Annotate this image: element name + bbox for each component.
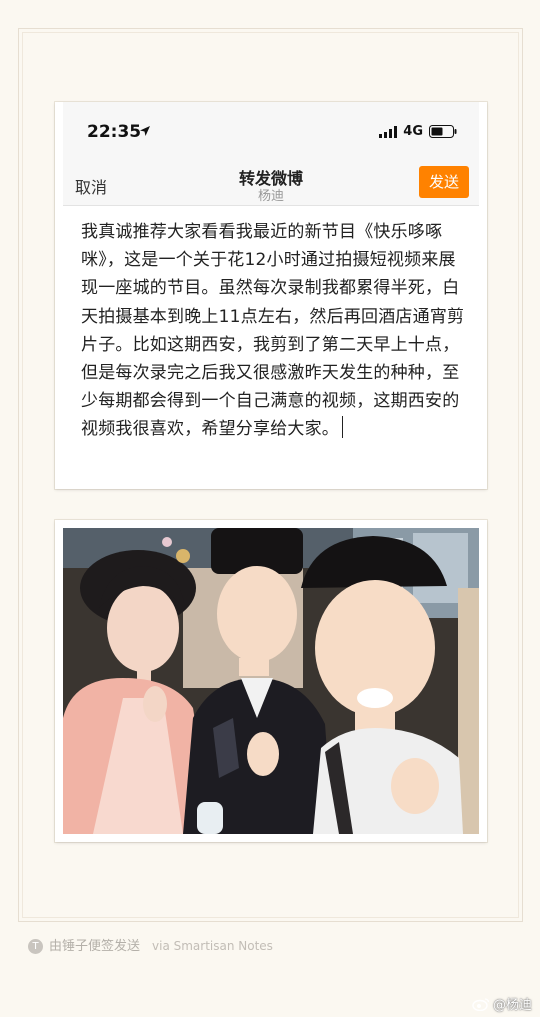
location-arrow-icon — [140, 126, 150, 136]
nav-bar: 取消 转发微博 杨迪 发送 — [63, 157, 479, 206]
battery-icon — [429, 125, 457, 138]
footer-via: via Smartisan Notes — [152, 939, 273, 953]
weibo-watermark: @杨迪 — [472, 994, 532, 1013]
status-bar: 22:35 4G — [63, 102, 479, 157]
footer-text: 由锤子便签发送 — [49, 939, 141, 954]
watermark-handle: @杨迪 — [492, 998, 532, 1013]
note-footer: T 由锤子便签发送 via Smartisan Notes — [28, 935, 273, 954]
send-button[interactable]: 发送 — [419, 166, 469, 198]
weibo-logo-icon — [472, 998, 490, 1011]
smartisan-t-icon: T — [28, 939, 43, 954]
group-selfie-photo[interactable] — [63, 528, 479, 834]
photo-card — [55, 520, 487, 842]
repost-screenshot-card: 22:35 4G 取消 转发微博 杨迪 发送 我真诚推荐大家看看我最近的新节目《… — [55, 102, 487, 489]
network-type: 4G — [403, 124, 423, 139]
signal-icon — [379, 126, 397, 138]
status-time: 22:35 — [87, 122, 142, 142]
nav-subtitle: 杨迪 — [257, 189, 284, 204]
post-text-area[interactable]: 我真诚推荐大家看看我最近的新节目《快乐哆啄咪》，这是一个关于花12小时通过拍摄短… — [81, 218, 466, 444]
text-cursor — [342, 416, 343, 439]
post-text: 我真诚推荐大家看看我最近的新节目《快乐哆啄咪》，这是一个关于花12小时通过拍摄短… — [81, 222, 465, 440]
